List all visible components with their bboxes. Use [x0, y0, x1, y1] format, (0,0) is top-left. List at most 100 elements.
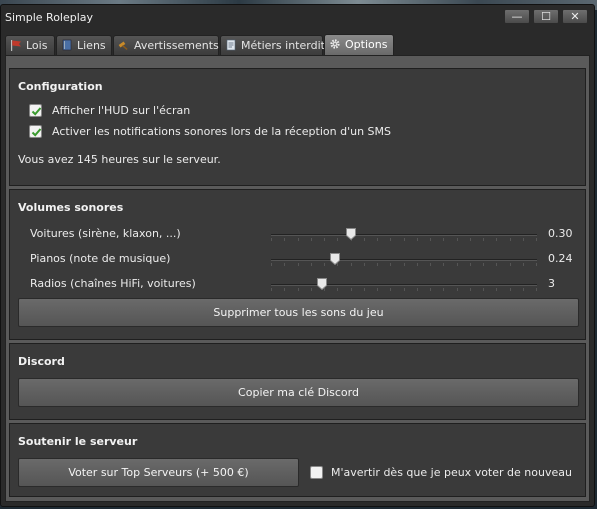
- document-icon: [226, 39, 236, 51]
- slider-tick: [430, 238, 431, 241]
- tab-metiers-interdits[interactable]: Métiers interdits: [220, 35, 331, 55]
- tab-label: Métiers interdits: [241, 39, 331, 52]
- slider-value-pianos: 0.24: [548, 252, 573, 265]
- vote-button[interactable]: Voter sur Top Serveurs (+ 500 €): [18, 458, 299, 487]
- main-window: Simple Roleplay — ☐ ✕ Lois Liens Avertis…: [0, 4, 595, 507]
- tab-lois[interactable]: Lois: [5, 35, 55, 55]
- slider-tick: [443, 238, 444, 241]
- slider-tick: [483, 238, 484, 241]
- slider-tick: [417, 263, 418, 266]
- tab-bar: Lois Liens Avertissements Métiers interd…: [5, 34, 590, 55]
- slider-tick: [390, 238, 391, 241]
- slider-tick: [284, 238, 285, 241]
- slider-thumb[interactable]: [330, 253, 340, 266]
- slider-tick: [298, 263, 299, 266]
- config-title: Configuration: [18, 80, 103, 93]
- slider-tick: [404, 238, 405, 241]
- slider-tick: [284, 288, 285, 291]
- slider-label-radios: Radios (chaînes HiFi, voitures): [30, 277, 196, 290]
- volumes-title: Volumes sonores: [18, 201, 124, 214]
- slider-tick: [311, 238, 312, 241]
- minimize-button[interactable]: —: [504, 9, 530, 24]
- tab-label: Options: [345, 38, 388, 51]
- slider-tick: [364, 263, 365, 266]
- slider-tick: [337, 238, 338, 241]
- slider-tick: [483, 263, 484, 266]
- slider-tick: [496, 238, 497, 241]
- slider-tick: [510, 263, 511, 266]
- close-button[interactable]: ✕: [562, 9, 588, 24]
- slider-tick: [271, 263, 272, 266]
- slider-label-pianos: Pianos (note de musique): [30, 252, 171, 265]
- slider-tick: [364, 288, 365, 291]
- slider-tick: [364, 238, 365, 241]
- hours-text: Vous avez 145 heures sur le serveur.: [18, 153, 221, 166]
- slider-tick: [536, 288, 537, 291]
- tab-label: Avertissements: [134, 39, 219, 52]
- slider-label-voitures: Voitures (sirène, klaxon, ...): [30, 227, 181, 240]
- window-title: Simple Roleplay: [5, 11, 94, 24]
- slider-tick: [457, 288, 458, 291]
- sms-sound-checkbox[interactable]: [29, 125, 42, 138]
- tab-label: Lois: [26, 39, 48, 52]
- slider-tick: [377, 238, 378, 241]
- slider-tick: [298, 238, 299, 241]
- vote-reminder-checkbox[interactable]: [310, 466, 323, 479]
- discord-title: Discord: [18, 355, 65, 368]
- slider-tick: [337, 288, 338, 291]
- hud-label: Afficher l'HUD sur l'écran: [52, 104, 191, 117]
- slider-tick: [457, 238, 458, 241]
- slider-tick: [536, 263, 537, 266]
- slider-thumb[interactable]: [346, 228, 356, 241]
- slider-tick: [470, 238, 471, 241]
- slider-tick: [324, 238, 325, 241]
- tab-options[interactable]: Options: [324, 34, 394, 55]
- slider-tick: [390, 263, 391, 266]
- slider-tick: [351, 263, 352, 266]
- slider-tick: [417, 238, 418, 241]
- tab-liens[interactable]: Liens: [56, 35, 112, 55]
- slider-tick: [377, 263, 378, 266]
- slider-value-voitures: 0.30: [548, 227, 573, 240]
- mute-all-button[interactable]: Supprimer tous les sons du jeu: [18, 298, 579, 327]
- tab-avertissements[interactable]: Avertissements: [113, 35, 219, 55]
- slider-tick: [324, 263, 325, 266]
- check-icon: [31, 107, 42, 116]
- slider-tick: [377, 288, 378, 291]
- slider-tick: [510, 238, 511, 241]
- flag-icon: [11, 40, 21, 51]
- discord-panel: Discord Copier ma clé Discord: [9, 343, 586, 420]
- maximize-button[interactable]: ☐: [533, 9, 559, 24]
- slider-tick: [457, 263, 458, 266]
- title-bar[interactable]: Simple Roleplay — ☐ ✕: [1, 5, 594, 31]
- slider-tick: [496, 263, 497, 266]
- copy-discord-key-button[interactable]: Copier ma clé Discord: [18, 378, 579, 407]
- slider-tick: [271, 288, 272, 291]
- slider-tick: [523, 288, 524, 291]
- slider-tick: [298, 288, 299, 291]
- slider-tick: [311, 263, 312, 266]
- slider-thumb[interactable]: [317, 278, 327, 291]
- slider-tick: [443, 263, 444, 266]
- slider-voitures[interactable]: [271, 228, 537, 241]
- sms-sound-label: Activer les notifications sonores lors d…: [52, 125, 392, 138]
- gear-icon: [330, 39, 340, 49]
- slider-value-radios: 3: [548, 277, 555, 290]
- tab-label: Liens: [77, 39, 106, 52]
- hud-checkbox[interactable]: [29, 104, 42, 117]
- slider-tick: [284, 263, 285, 266]
- slider-tick: [470, 263, 471, 266]
- slider-tick: [496, 288, 497, 291]
- slider-tick: [271, 238, 272, 241]
- slider-tick: [430, 288, 431, 291]
- slider-tick: [536, 238, 537, 241]
- book-icon: [62, 39, 72, 51]
- volumes-panel: Volumes sonores Voitures (sirène, klaxon…: [9, 189, 586, 340]
- slider-radios[interactable]: [271, 278, 537, 291]
- options-content: Configuration Afficher l'HUD sur l'écran…: [5, 55, 590, 502]
- slider-tick: [404, 263, 405, 266]
- slider-pianos[interactable]: [271, 253, 537, 266]
- config-panel: Configuration Afficher l'HUD sur l'écran…: [9, 68, 586, 186]
- slider-tick: [523, 263, 524, 266]
- slider-tick: [404, 288, 405, 291]
